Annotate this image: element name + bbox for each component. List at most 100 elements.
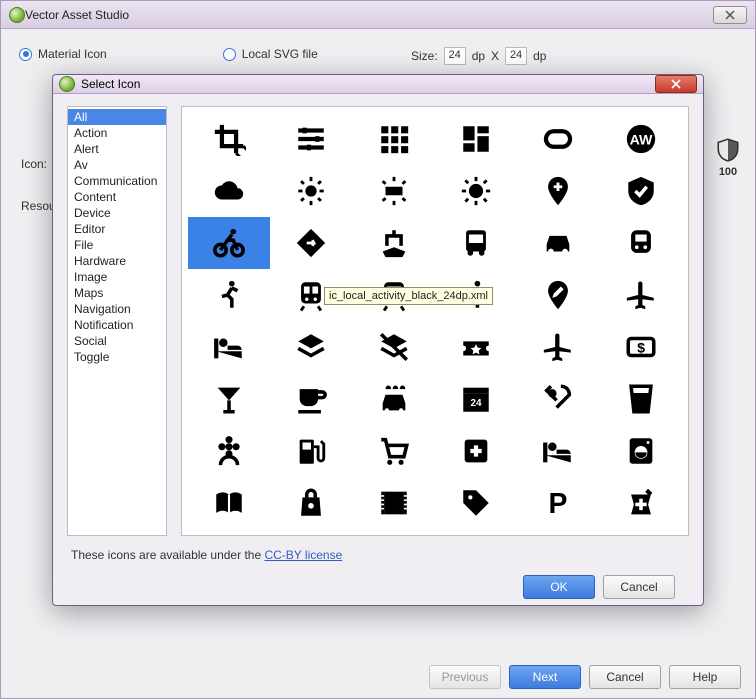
icon-directions[interactable] xyxy=(270,217,352,269)
size-sep: X xyxy=(491,49,499,63)
size-label: Size: xyxy=(411,49,438,63)
category-content[interactable]: Content xyxy=(68,189,166,205)
icon-convenience[interactable]: 24 xyxy=(435,373,517,425)
icon-verified[interactable] xyxy=(600,165,682,217)
icon-edit-location[interactable] xyxy=(517,269,599,321)
previous-button[interactable]: Previous xyxy=(429,665,501,689)
icon-add-location[interactable] xyxy=(517,165,599,217)
icon-bar[interactable] xyxy=(188,373,270,425)
icon-iridescent[interactable] xyxy=(353,165,435,217)
category-list[interactable]: AllActionAlertAvCommunicationContentDevi… xyxy=(67,106,167,536)
icon-local-activity[interactable] xyxy=(435,321,517,373)
icon-run[interactable] xyxy=(188,269,270,321)
incandescent-icon xyxy=(294,174,328,208)
icon-layers-clear[interactable] xyxy=(353,321,435,373)
category-av[interactable]: Av xyxy=(68,157,166,173)
icon-movies[interactable] xyxy=(353,477,435,529)
category-image[interactable]: Image xyxy=(68,269,166,285)
cancel-button[interactable]: Cancel xyxy=(603,575,675,599)
size-w-input[interactable]: 24 xyxy=(444,47,466,65)
icon-dashboard[interactable] xyxy=(435,113,517,165)
icon-grid-wrap[interactable]: AW$24P ic_local_activity_black_24dp.xml xyxy=(181,106,689,536)
category-toggle[interactable]: Toggle xyxy=(68,349,166,365)
icon-florist[interactable] xyxy=(188,425,270,477)
category-maps[interactable]: Maps xyxy=(68,285,166,301)
gas-icon xyxy=(294,434,328,468)
opacity-value: 100 xyxy=(719,166,737,178)
icon-pharmacy[interactable] xyxy=(600,477,682,529)
icon-boat[interactable] xyxy=(353,217,435,269)
category-all[interactable]: All xyxy=(68,109,166,125)
directions-icon xyxy=(294,226,328,260)
icon-bike[interactable] xyxy=(188,217,270,269)
icon-cafe[interactable] xyxy=(270,373,352,425)
icon-mall[interactable] xyxy=(270,477,352,529)
local-activity-icon xyxy=(459,330,493,364)
panorama-wide-icon xyxy=(541,122,575,156)
icon-bus[interactable] xyxy=(435,217,517,269)
category-navigation[interactable]: Navigation xyxy=(68,301,166,317)
help-button[interactable]: Help xyxy=(669,665,741,689)
radio-material[interactable]: Material Icon xyxy=(19,47,107,61)
radio-svg[interactable]: Local SVG file xyxy=(223,47,318,61)
hotel2-icon xyxy=(541,434,575,468)
cancel-button[interactable]: Cancel xyxy=(589,665,661,689)
icon-hospital[interactable] xyxy=(435,425,517,477)
hospital-icon xyxy=(459,434,493,468)
icon-atm[interactable]: $ xyxy=(600,321,682,373)
icon-crop[interactable] xyxy=(188,113,270,165)
icon-car-wash[interactable] xyxy=(353,373,435,425)
parking-icon: P xyxy=(541,486,575,520)
bus-icon xyxy=(459,226,493,260)
ok-button[interactable]: OK xyxy=(523,575,595,599)
icon-offer[interactable] xyxy=(435,477,517,529)
icon-library[interactable] xyxy=(188,477,270,529)
icon-gas[interactable] xyxy=(270,425,352,477)
picker-row: AllActionAlertAvCommunicationContentDevi… xyxy=(67,106,689,536)
icon-parking[interactable]: P xyxy=(517,477,599,529)
close-window-button[interactable] xyxy=(713,6,747,24)
main-titlebar[interactable]: Vector Asset Studio xyxy=(1,1,755,29)
icon-laundry[interactable] xyxy=(600,425,682,477)
svg-text:AW: AW xyxy=(629,133,652,149)
category-editor[interactable]: Editor xyxy=(68,221,166,237)
icon-drink[interactable] xyxy=(600,373,682,425)
icon-tune[interactable] xyxy=(270,113,352,165)
icon-panorama-wide[interactable] xyxy=(517,113,599,165)
category-file[interactable]: File xyxy=(68,237,166,253)
icon-layers[interactable] xyxy=(270,321,352,373)
category-social[interactable]: Social xyxy=(68,333,166,349)
icon-hotel2[interactable] xyxy=(517,425,599,477)
icon-incandescent[interactable] xyxy=(270,165,352,217)
next-button[interactable]: Next xyxy=(509,665,581,689)
drink-icon xyxy=(624,382,658,416)
icon-cloud[interactable] xyxy=(188,165,270,217)
icon-airport[interactable] xyxy=(517,321,599,373)
icon-subway[interactable] xyxy=(600,217,682,269)
library-icon xyxy=(212,486,246,520)
dialog-close-button[interactable] xyxy=(655,75,697,93)
icon-auto-wb[interactable]: AW xyxy=(600,113,682,165)
icon-car[interactable] xyxy=(517,217,599,269)
icon-sunny[interactable] xyxy=(435,165,517,217)
laundry-icon xyxy=(624,434,658,468)
icon-dining[interactable] xyxy=(517,373,599,425)
license-link[interactable]: CC-BY license xyxy=(264,548,342,562)
cloud-icon xyxy=(212,174,246,208)
crop-icon xyxy=(212,122,246,156)
icon-grocery[interactable] xyxy=(353,425,435,477)
category-device[interactable]: Device xyxy=(68,205,166,221)
category-communication[interactable]: Communication xyxy=(68,173,166,189)
icon-hotel[interactable] xyxy=(188,321,270,373)
icon-apps[interactable] xyxy=(353,113,435,165)
dialog-titlebar[interactable]: Select Icon xyxy=(53,75,703,94)
category-alert[interactable]: Alert xyxy=(68,141,166,157)
size-h-input[interactable]: 24 xyxy=(505,47,527,65)
category-notification[interactable]: Notification xyxy=(68,317,166,333)
dialog-buttons: OK Cancel xyxy=(67,568,689,606)
icon-flight[interactable] xyxy=(600,269,682,321)
category-hardware[interactable]: Hardware xyxy=(68,253,166,269)
dashboard-icon xyxy=(459,122,493,156)
iridescent-icon xyxy=(377,174,411,208)
category-action[interactable]: Action xyxy=(68,125,166,141)
